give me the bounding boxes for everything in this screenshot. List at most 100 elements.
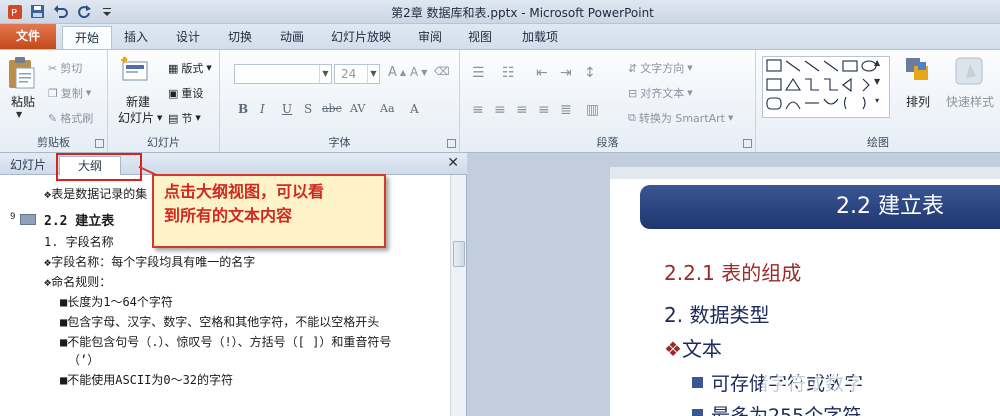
callout-line: 点击大纲视图，可以看 [164,182,325,201]
font-size-dropdown-icon[interactable]: ▼ [367,65,379,83]
distribute-icon[interactable]: ≣ [560,102,572,118]
outline-line[interactable]: ❖字段名称：每个字段均具有唯一的名字 [44,253,255,270]
group-font: ▼ 24 ▼ A ▲ A ▼ ⌫ B I U S abc AV Aa A 字体 [220,50,460,152]
outline-line[interactable]: ■不能使用ASCII为0～32的字符 [60,371,233,388]
tab-animations[interactable]: 动画 [270,26,314,49]
layout-icon: ▦ [168,61,179,75]
shapes-up-icon[interactable]: ▲ [874,58,880,67]
section-dropdown-icon: ▼ [195,114,201,122]
align-center-icon[interactable]: ≡ [494,102,506,118]
shapes-gallery[interactable] [762,56,890,118]
slide-subheading[interactable]: 2. 数据类型 [664,299,769,328]
paste-dropdown-icon[interactable]: ▼ [16,110,22,119]
line-spacing-icon[interactable]: ↕ [584,65,596,81]
underline-button[interactable]: U [282,102,292,116]
outline-line[interactable]: ■包含字母、汉字、数字、空格和其他字符，不能以空格开头 [60,313,379,330]
copy-button[interactable]: ❐ 复制 ▼ [48,85,91,101]
align-left-icon[interactable]: ≡ [472,102,484,118]
brush-icon: ✎ [48,111,58,125]
clear-format-icon[interactable]: ⌫ [434,65,450,78]
tab-review[interactable]: 审阅 [408,26,452,49]
paragraph-launcher-icon[interactable] [743,139,752,148]
arrange-icon[interactable] [904,56,934,89]
slide-bullet[interactable]: ❖文本 [664,333,722,362]
outline-line[interactable]: ❖表是数据记录的集 [44,185,147,202]
shapes-scroll[interactable]: ▲ ▼ ▾ [874,58,880,105]
justify-icon[interactable]: ≡ [538,102,550,118]
tab-insert[interactable]: 插入 [114,26,158,49]
align-right-icon[interactable]: ≡ [516,102,528,118]
grow-font-icon[interactable]: A ▲ [388,65,406,80]
shapes-more-icon[interactable]: ▾ [875,96,879,105]
quick-styles-icon[interactable] [952,56,986,89]
section-icon: ▤ [168,111,179,125]
slide-title[interactable]: 2.2 建立表 [640,185,1000,229]
arrange-button[interactable]: 排列 [906,93,930,110]
format-painter-button[interactable]: ✎ 格式刷 [48,110,93,126]
slide-heading[interactable]: 2.2.1 表的组成 [664,257,801,286]
tab-file[interactable]: 文件 [0,24,56,49]
slide-thumbnail-icon[interactable] [20,214,36,225]
shrink-font-icon[interactable]: A ▼ [410,65,427,79]
text-direction-button[interactable]: ⇵ 文字方向 ▼ [628,60,693,76]
clipboard-launcher-icon[interactable] [95,139,104,148]
outline-line[interactable]: （’） [68,351,99,368]
italic-button[interactable]: I [260,102,265,116]
copy-icon: ❐ [48,86,58,100]
tab-slides-pane[interactable]: 幻灯片 [10,156,46,175]
cut-button[interactable]: ✂ 剪切 [48,60,82,76]
shapes-down-icon[interactable]: ▼ [874,77,880,86]
new-slide-label-1[interactable]: 新建 [126,93,150,110]
group-paragraph: ☰ ☷ ⇤ ⇥ ↕ ≡ ≡ ≡ ≡ ≣ ▥ ⇵ 文字方向 ▼ ⊟ 对齐文本 ▼ ⧉ 转换为… [460,50,756,152]
numbering-icon[interactable]: ☷ [502,65,515,81]
close-icon[interactable]: ✕ [447,155,459,171]
tab-transitions[interactable]: 切换 [218,26,262,49]
tab-home[interactable]: 开始 [62,26,112,49]
new-slide-icon[interactable] [120,56,150,87]
annotation-callout: 点击大纲视图，可以看 到所有的文本内容 [152,174,386,248]
convert-smartart-button[interactable]: ⧉ 转换为 SmartArt ▼ [628,110,733,126]
shapes-icon [766,59,877,110]
outline-line[interactable]: 1. 字段名称 [44,233,114,250]
quick-styles-button[interactable]: 快速样式 [946,93,994,110]
shadow-button[interactable]: S [304,102,312,116]
ribbon-tabs: 文件 开始 插入 设计 切换 动画 幻灯片放映 审阅 视图 加载项 [0,24,1000,49]
change-case-button[interactable]: Aa [380,102,395,115]
scissors-icon: ✂ [48,61,58,75]
group-label-font: 字体 [328,136,351,149]
tab-design[interactable]: 设计 [166,26,210,49]
diamond-bullet-icon: ❖ [664,337,682,361]
decrease-indent-icon[interactable]: ⇤ [536,65,548,81]
watermark-logo: Baidu经验 [760,363,945,403]
tab-view[interactable]: 视图 [458,26,502,49]
group-slides: 新建 幻灯片 ▼ ▦ 版式 ▼ ▣ 重设 ▤ 节 ▼ 幻灯片 [108,50,220,152]
paste-button[interactable]: 粘贴 [11,93,35,110]
font-name-combo[interactable]: ▼ [234,64,332,84]
paste-icon[interactable] [6,56,36,93]
char-spacing-button[interactable]: AV [350,102,365,115]
new-slide-button[interactable]: 幻灯片 ▼ [118,109,162,126]
reset-icon: ▣ [168,86,179,100]
bullets-icon[interactable]: ☰ [472,65,485,81]
font-size-combo[interactable]: 24 ▼ [334,64,380,84]
square-bullet-icon [692,409,703,416]
section-button[interactable]: ▤ 节 ▼ [168,110,201,126]
outline-line[interactable]: ■长度为1～64个字符 [60,293,173,310]
scrollbar-thumb[interactable] [453,241,465,267]
font-name-dropdown-icon[interactable]: ▼ [319,65,331,83]
outline-line[interactable]: ■不能包含句号（.）、惊叹号（!）、方括号（[ ]）和重音符号 [60,333,391,350]
font-launcher-icon[interactable] [447,139,456,148]
tab-slideshow[interactable]: 幻灯片放映 [326,26,396,49]
outline-slide-title[interactable]: 2.2 建立表 [44,210,114,229]
reset-button[interactable]: ▣ 重设 [168,85,203,101]
font-color-button[interactable]: A [410,102,419,116]
columns-icon[interactable]: ▥ [586,102,599,118]
outline-scrollbar[interactable] [450,175,466,416]
tab-addins[interactable]: 加载项 [512,26,568,49]
align-text-button[interactable]: ⊟ 对齐文本 ▼ [628,85,693,101]
bold-button[interactable]: B [238,102,248,116]
layout-button[interactable]: ▦ 版式 ▼ [168,60,212,76]
strikethrough-button[interactable]: abc [322,102,342,115]
outline-line[interactable]: ❖命名规则： [44,273,111,290]
increase-indent-icon[interactable]: ⇥ [560,65,572,81]
